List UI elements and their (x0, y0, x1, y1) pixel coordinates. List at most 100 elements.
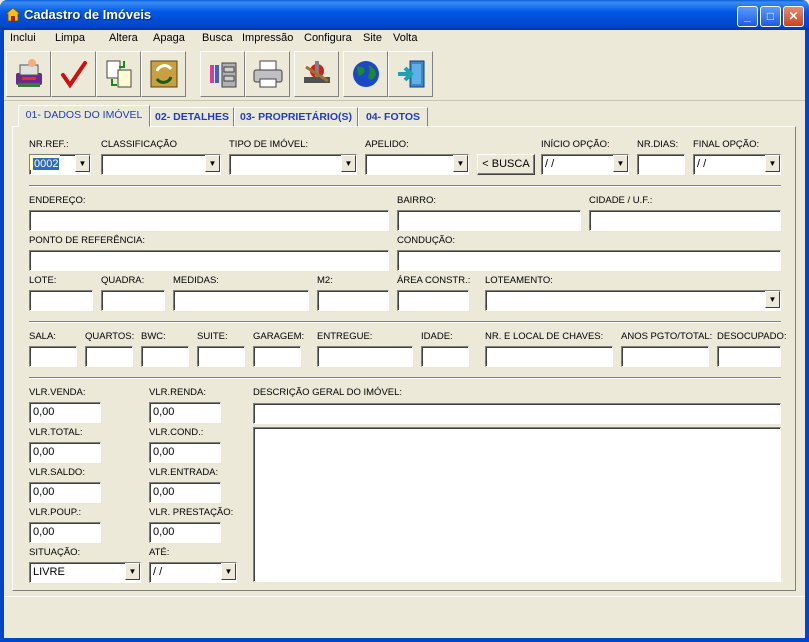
ate-label: ATÉ: (149, 547, 170, 558)
situacao-combo[interactable]: LIVRE ▼ (29, 562, 141, 583)
sala-label: SALA: (29, 331, 56, 342)
descricao-textarea[interactable] (253, 427, 781, 582)
vlr-total-input[interactable]: 0,00 (29, 442, 101, 463)
quadra-input[interactable] (101, 290, 165, 311)
menu-site[interactable]: Site (363, 32, 382, 44)
final-opcao-date[interactable]: / / ▼ (693, 154, 781, 175)
garagem-label: GARAGEM: (253, 331, 305, 342)
nr-ref-combo[interactable]: 0002 ▼ (29, 154, 91, 175)
cidade-uf-input[interactable] (589, 210, 781, 231)
chevron-down-icon[interactable]: ▼ (205, 155, 220, 172)
tab-control: 01- DADOS DO IMÓVEL 02- DETALHES 03- PRO… (12, 105, 796, 591)
ate-date[interactable]: / / ▼ (149, 562, 237, 583)
close-button[interactable]: ✕ (783, 6, 804, 27)
tab-detalhes[interactable]: 02- DETALHES (150, 107, 234, 127)
menu-altera[interactable]: Altera (109, 32, 138, 44)
volta-tool-button[interactable] (388, 51, 433, 97)
apelido-combo[interactable]: ▼ (365, 154, 469, 175)
tab-fotos[interactable]: 04- FOTOS (358, 107, 428, 127)
classificacao-combo[interactable]: ▼ (101, 154, 221, 175)
entregue-input[interactable] (317, 346, 413, 367)
quartos-input[interactable] (85, 346, 133, 367)
site-tool-button[interactable] (343, 51, 388, 97)
inclui-tool-button[interactable] (6, 51, 51, 97)
bwc-input[interactable] (141, 346, 189, 367)
chevron-down-icon[interactable]: ▼ (221, 563, 236, 580)
chaves-input[interactable] (485, 346, 613, 367)
maximize-button[interactable]: □ (760, 6, 781, 27)
endereco-input[interactable] (29, 210, 389, 231)
vlr-poup-input[interactable]: 0,00 (29, 522, 101, 543)
bairro-input[interactable] (397, 210, 581, 231)
tab-dados-do-imovel[interactable]: 01- DADOS DO IMÓVEL (18, 105, 150, 127)
tipo-imovel-label: TIPO DE IMÓVEL: (229, 139, 309, 150)
bairro-label: BAIRRO: (397, 195, 437, 206)
medidas-label: MEDIDAS: (173, 275, 219, 286)
menu-impressao[interactable]: Impressão (242, 32, 293, 44)
vlr-entrada-input[interactable]: 0,00 (149, 482, 221, 503)
configura-tool-button[interactable] (294, 51, 339, 97)
minimize-button[interactable]: _ (737, 6, 758, 27)
conducao-label: CONDUÇÃO: (397, 235, 456, 246)
menu-apaga[interactable]: Apaga (153, 32, 185, 44)
vlr-renda-label: VLR.RENDA: (149, 387, 207, 398)
vlr-entrada-label: VLR.ENTRADA: (149, 467, 219, 478)
chevron-down-icon[interactable]: ▼ (341, 155, 356, 172)
vlr-renda-input[interactable]: 0,00 (149, 402, 221, 423)
bwc-label: BWC: (141, 331, 166, 342)
suite-label: SUITE: (197, 331, 228, 342)
chevron-down-icon[interactable]: ▼ (125, 563, 140, 580)
ponto-referencia-input[interactable] (29, 250, 389, 271)
menu-bar: Inclui Limpa Altera Apaga Busca Impressã… (4, 30, 805, 49)
chevron-down-icon[interactable]: ▼ (75, 155, 90, 172)
printer-icon (253, 60, 282, 88)
tools-icon (303, 61, 330, 83)
house-icon (6, 8, 20, 21)
medidas-input[interactable] (173, 290, 309, 311)
busca-tool-button[interactable] (200, 51, 245, 97)
inicio-opcao-date[interactable]: / / ▼ (541, 154, 629, 175)
tab-panel-dados: NR.REF.: 0002 ▼ CLASSIFICAÇÃO ▼ TIPO DE … (12, 126, 796, 591)
descricao-title-input[interactable] (253, 403, 781, 424)
tipo-imovel-combo[interactable]: ▼ (229, 154, 357, 175)
limpa-tool-button[interactable] (51, 51, 96, 97)
vlr-cond-input[interactable]: 0,00 (149, 442, 221, 463)
m2-input[interactable] (317, 290, 389, 311)
idade-label: IDADE: (421, 331, 453, 342)
vlr-total-label: VLR.TOTAL: (29, 427, 83, 438)
chevron-down-icon[interactable]: ▼ (453, 155, 468, 172)
nr-dias-label: NR.DIAS: (637, 139, 679, 150)
vlr-cond-label: VLR.COND.: (149, 427, 204, 438)
desocupado-label: DESOCUPADO: (717, 331, 787, 342)
menu-busca[interactable]: Busca (202, 32, 233, 44)
vlr-venda-label: VLR.VENDA: (29, 387, 86, 398)
menu-inclui[interactable]: Inclui (10, 32, 36, 44)
menu-volta[interactable]: Volta (393, 32, 417, 44)
vlr-prestacao-input[interactable]: 0,00 (149, 522, 221, 543)
chevron-down-icon[interactable]: ▼ (613, 155, 628, 172)
vlr-saldo-input[interactable]: 0,00 (29, 482, 101, 503)
conducao-input[interactable] (397, 250, 781, 271)
vlr-poup-label: VLR.POUP.: (29, 507, 82, 518)
busca-button[interactable]: < BUSCA (477, 154, 535, 175)
garagem-input[interactable] (253, 346, 301, 367)
idade-input[interactable] (421, 346, 469, 367)
tab-proprietarios[interactable]: 03- PROPRIETÁRIO(S) (234, 107, 358, 127)
ate-value: / / (153, 566, 163, 578)
chevron-down-icon[interactable]: ▼ (765, 155, 780, 172)
nr-dias-input[interactable] (637, 154, 685, 175)
loteamento-combo[interactable]: ▼ (485, 290, 781, 311)
apaga-tool-button[interactable] (141, 51, 186, 97)
sala-input[interactable] (29, 346, 77, 367)
impressao-tool-button[interactable] (245, 51, 290, 97)
area-construida-input[interactable] (397, 290, 469, 311)
lote-input[interactable] (29, 290, 93, 311)
vlr-venda-input[interactable]: 0,00 (29, 402, 101, 423)
menu-limpa[interactable]: Limpa (55, 32, 85, 44)
chevron-down-icon[interactable]: ▼ (765, 291, 780, 308)
anos-pgto-input[interactable] (621, 346, 709, 367)
desocupado-input[interactable] (717, 346, 781, 367)
suite-input[interactable] (197, 346, 245, 367)
menu-configura[interactable]: Configura (304, 32, 352, 44)
altera-tool-button[interactable] (96, 51, 141, 97)
